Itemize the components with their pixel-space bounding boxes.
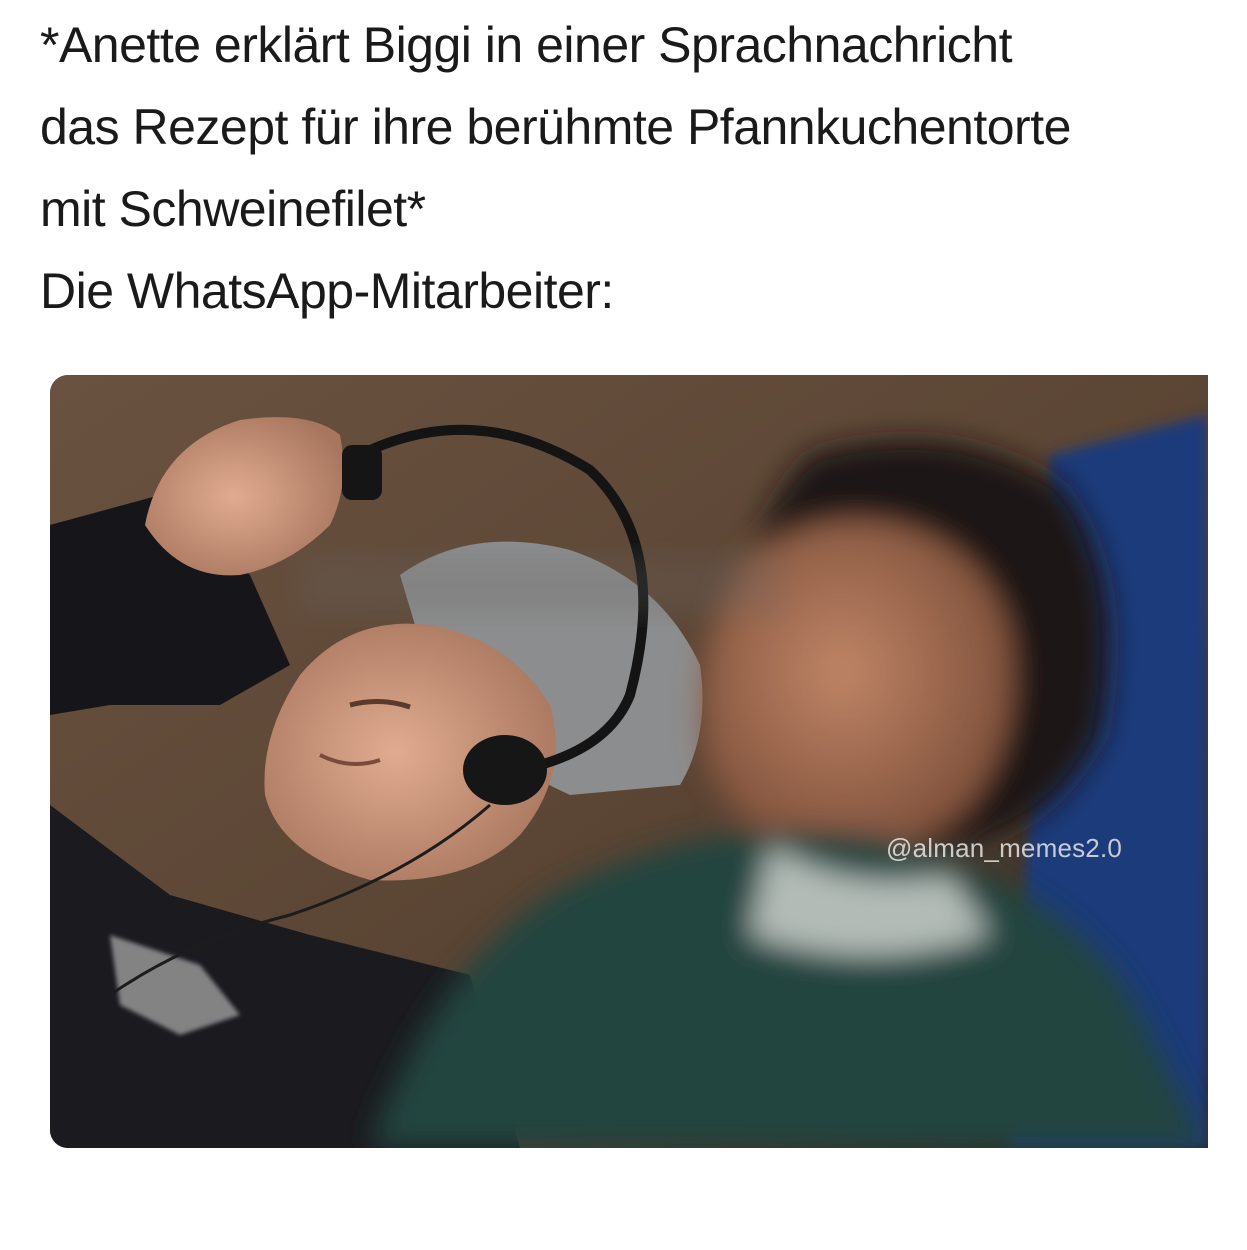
- headset-clip: [342, 445, 382, 500]
- meme-photo: @alman_memes2.0: [50, 375, 1208, 1148]
- watermark: @alman_memes2.0: [886, 833, 1123, 863]
- caption-line-3: mit Schweinefilet*: [40, 181, 426, 237]
- caption-line-2: das Rezept für ihre berühmte Pfannkuchen…: [40, 99, 1071, 155]
- photo-illustration: [50, 375, 1208, 1148]
- meme-caption: *Anette erklärt Biggi in einer Sprachnac…: [40, 4, 1230, 332]
- caption-line-4: Die WhatsApp-Mitarbeiter:: [40, 263, 614, 319]
- headset-earpiece: [463, 735, 547, 805]
- caption-line-1: *Anette erklärt Biggi in einer Sprachnac…: [40, 17, 1012, 73]
- motion-blur-streak: [300, 555, 780, 615]
